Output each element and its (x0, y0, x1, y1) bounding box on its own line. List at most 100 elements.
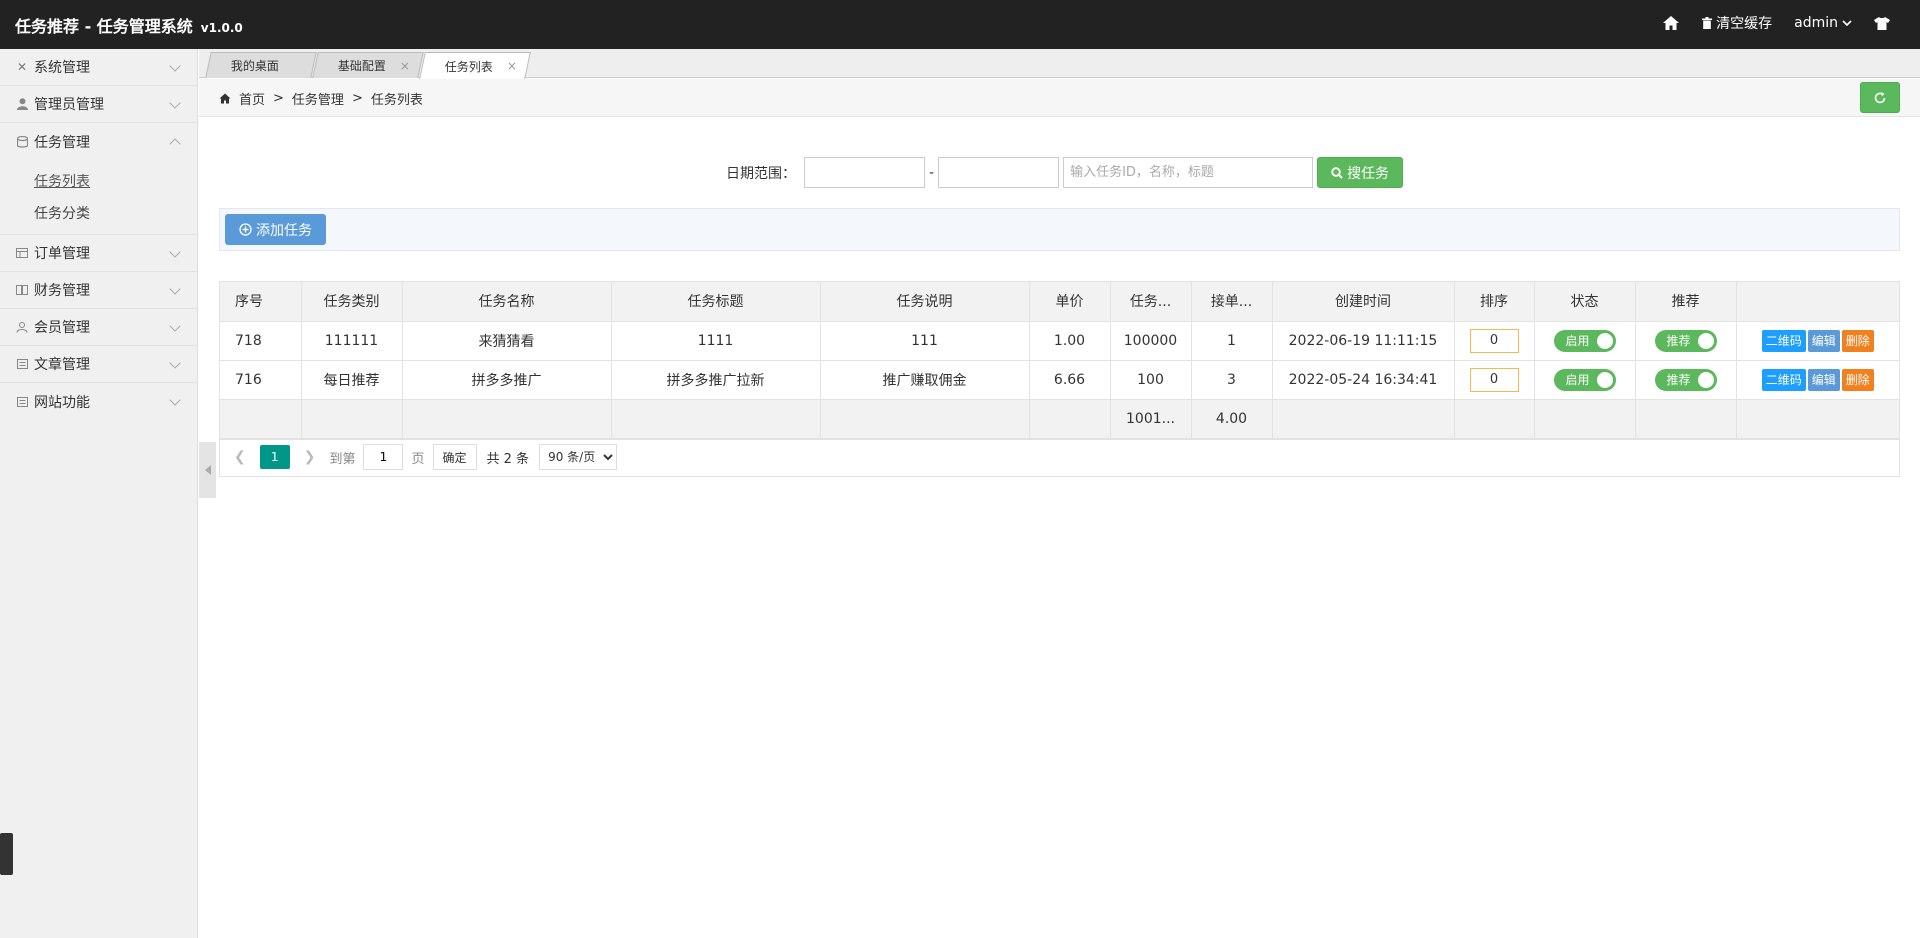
total-cell-empty (1029, 399, 1111, 439)
edit-button[interactable]: 编辑 (1807, 329, 1840, 352)
sidebar-item-finance[interactable]: 财务管理 (0, 272, 197, 309)
chevron-up-icon (169, 138, 181, 150)
sidebar-item-article[interactable]: 文章管理 (0, 346, 197, 383)
user-menu[interactable]: admin (1794, 15, 1852, 31)
sidebar-item-label: 会员管理 (34, 320, 90, 336)
cell-sort (1454, 360, 1535, 400)
col-header-actions (1736, 282, 1899, 322)
col-header-total[interactable]: 任务... (1110, 282, 1192, 322)
goto-page-input[interactable] (363, 444, 404, 470)
app-title-text: 任务推荐 - 任务管理系统 (15, 17, 193, 36)
recommend-toggle[interactable]: 推荐 (1654, 329, 1717, 352)
col-header-status[interactable]: 状态 (1534, 282, 1636, 322)
recommend-toggle-label: 推荐 (1666, 334, 1691, 348)
total-cell-empty (402, 399, 612, 439)
col-header-taken[interactable]: 接单... (1191, 282, 1273, 322)
breadcrumb-task-manage[interactable]: 任务管理 (292, 89, 344, 108)
sidebar-item-label: 任务管理 (34, 134, 90, 151)
status-toggle[interactable]: 启用 (1553, 329, 1616, 352)
total-count: 共 2 条 (486, 451, 530, 467)
edit-button[interactable]: 编辑 (1807, 368, 1840, 391)
status-toggle-label: 启用 (1565, 334, 1590, 348)
tab-close-icon[interactable]: × (507, 59, 517, 73)
breadcrumb-task-list: 任务列表 (370, 93, 423, 108)
col-header-desc[interactable]: 任务说明 (820, 282, 1030, 322)
app-version: v1.0.0 (200, 21, 243, 35)
wrench-icon: ✕ (16, 60, 28, 74)
sidebar-item-admin[interactable]: 管理员管理 (0, 86, 197, 123)
next-page-icon[interactable]: ❯ (304, 449, 316, 465)
toggle-knob (1697, 371, 1714, 388)
col-header-category[interactable]: 任务类别 (301, 282, 403, 322)
total-cell-empty (1635, 399, 1737, 439)
col-header-price[interactable]: 单价 (1029, 282, 1111, 322)
cell-id: 718 (220, 321, 302, 361)
tab-desktop[interactable]: 我的桌面 (205, 52, 317, 78)
sidebar-subitem-task-category[interactable]: 任务分类 (0, 198, 197, 230)
total-cell-empty (301, 399, 403, 439)
cell-title: 拼多多推广拉新 (611, 360, 821, 400)
cell-recommend: 推荐 (1635, 360, 1737, 400)
cell-taken: 1 (1191, 321, 1273, 361)
cell-name: 来猜猜看 (402, 321, 612, 361)
date-from-input[interactable] (804, 157, 925, 188)
keyword-search-input[interactable] (1063, 157, 1314, 188)
delete-button[interactable]: 删除 (1841, 329, 1874, 352)
status-toggle[interactable]: 启用 (1553, 368, 1616, 391)
col-header-title[interactable]: 任务标题 (611, 282, 821, 322)
sidebar-subitem-task-list[interactable]: 任务列表 (0, 166, 197, 198)
home-button[interactable] (1662, 15, 1680, 31)
sidebar-item-site[interactable]: 网站功能 (0, 383, 197, 420)
col-header-sort[interactable]: 排序 (1454, 282, 1535, 322)
chevron-down-icon (1842, 20, 1852, 27)
qrcode-button[interactable]: 二维码 (1761, 329, 1806, 352)
task-submenu: 任务列表 任务分类 (0, 160, 197, 235)
qrcode-button[interactable]: 二维码 (1761, 368, 1806, 391)
sidebar-item-system[interactable]: ✕ 系统管理 (0, 49, 197, 86)
refresh-icon (1874, 91, 1886, 103)
col-header-id[interactable]: 序号 (220, 282, 302, 322)
chevron-down-icon (169, 357, 181, 369)
tab-basic-config[interactable]: 基础配置 × (312, 52, 424, 78)
recommend-toggle[interactable]: 推荐 (1654, 368, 1717, 391)
sidebar-item-order[interactable]: 订单管理 (0, 235, 197, 272)
date-to-input[interactable] (938, 157, 1060, 188)
sort-input[interactable] (1469, 328, 1519, 353)
breadcrumb-home[interactable]: 首页 (239, 89, 265, 108)
total-cell-empty (820, 399, 1030, 439)
cell-total: 100000 (1110, 321, 1192, 361)
home-icon (1663, 16, 1680, 30)
cell-created: 2022-05-24 16:34:41 (1272, 360, 1455, 400)
status-toggle-label: 启用 (1565, 373, 1590, 387)
side-widget-handle[interactable] (0, 833, 13, 875)
sidebar-item-task[interactable]: 任务管理 (0, 123, 197, 160)
current-page-button[interactable]: 1 (259, 445, 290, 469)
cell-id: 716 (220, 360, 302, 400)
sidebar-collapse-handle[interactable] (199, 442, 216, 498)
goto-confirm-button[interactable]: 确定 (432, 444, 477, 470)
chevron-down-icon (169, 320, 181, 332)
cell-recommend: 推荐 (1635, 321, 1737, 361)
per-page-select[interactable]: 90 条/页 (539, 444, 618, 470)
delete-button[interactable]: 删除 (1841, 368, 1874, 391)
list-icon (15, 357, 29, 371)
list-icon (15, 395, 29, 409)
search-task-button[interactable]: 搜任务 (1317, 157, 1404, 188)
total-cell-empty (611, 399, 821, 439)
clear-cache-button[interactable]: 清空缓存 (1702, 13, 1772, 33)
refresh-button[interactable] (1860, 82, 1900, 113)
col-header-name[interactable]: 任务名称 (402, 282, 612, 322)
col-header-created[interactable]: 创建时间 (1272, 282, 1455, 322)
theme-button[interactable] (1874, 16, 1890, 30)
tab-task-list[interactable]: 任务列表 × (419, 52, 531, 79)
prev-page-icon[interactable]: ❮ (234, 449, 246, 465)
tab-close-icon[interactable]: × (400, 59, 410, 73)
trash-icon (1702, 17, 1713, 29)
cell-actions: 二维码 编辑 删除 (1736, 321, 1899, 361)
user-icon (15, 97, 29, 111)
cell-status: 启用 (1534, 360, 1636, 400)
sidebar-item-member[interactable]: 会员管理 (0, 309, 197, 346)
col-header-recommend[interactable]: 推荐 (1635, 282, 1737, 322)
sort-input[interactable] (1469, 367, 1519, 392)
add-task-button[interactable]: 添加任务 (225, 214, 326, 245)
